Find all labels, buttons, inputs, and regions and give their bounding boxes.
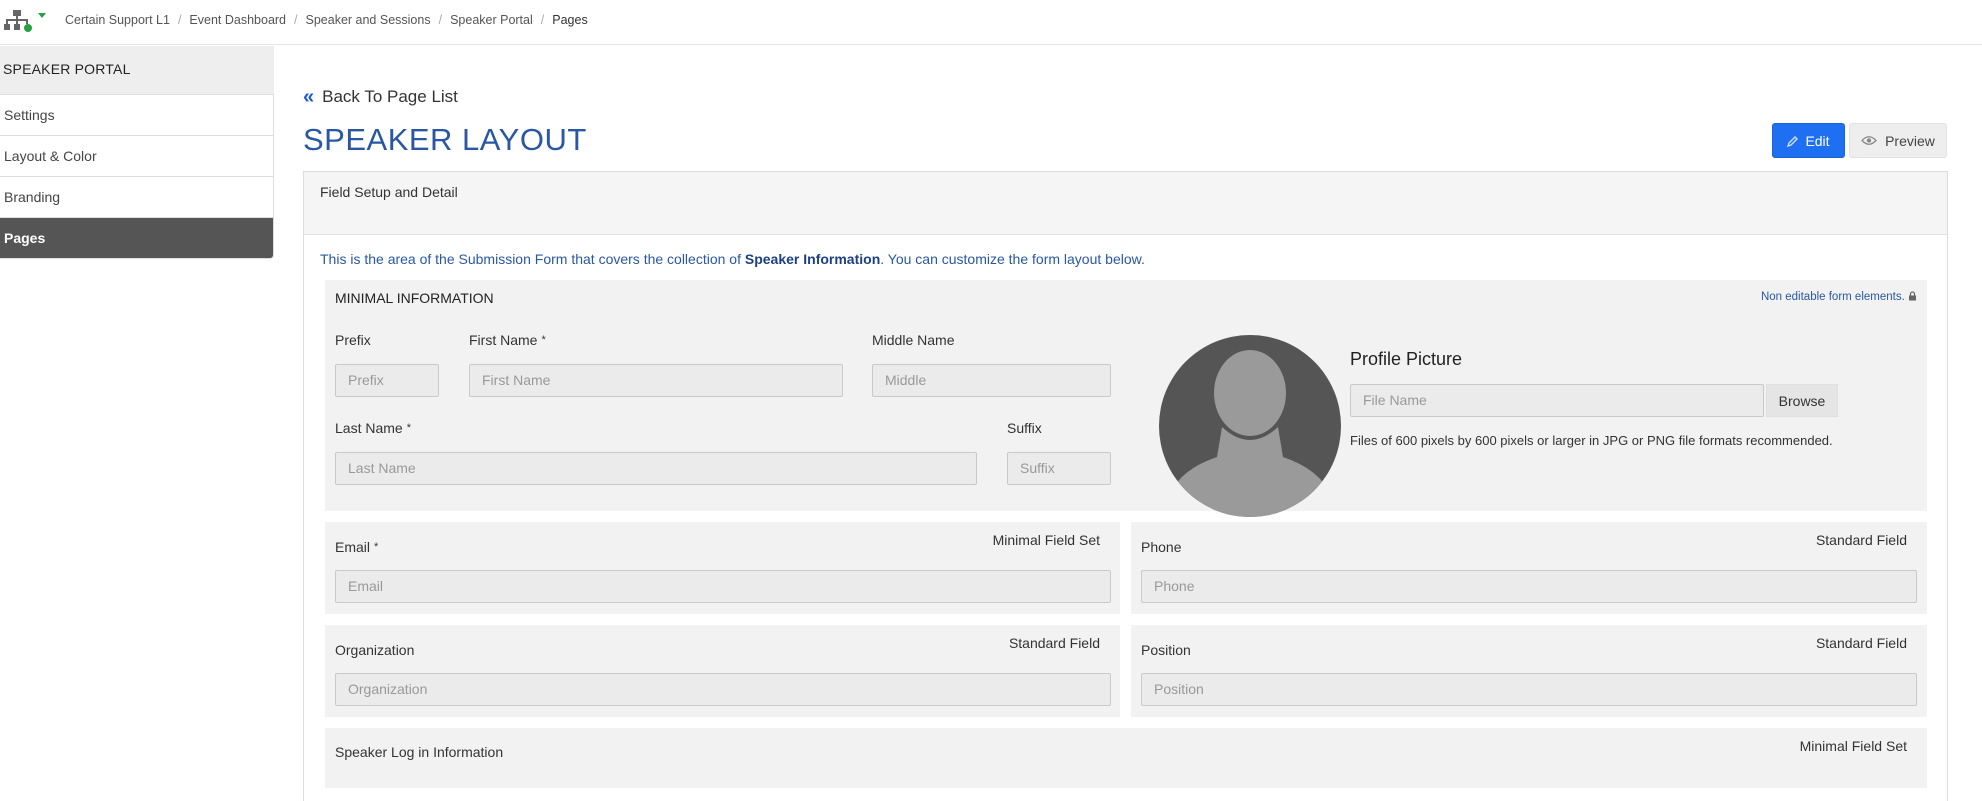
- breadcrumb-current: Pages: [552, 13, 588, 27]
- last-name-input[interactable]: Last Name: [335, 452, 977, 485]
- breadcrumb-separator: /: [540, 13, 545, 27]
- last-name-label: Last Name *: [335, 420, 411, 436]
- phone-label: Phone: [1141, 539, 1182, 555]
- phone-field-block: Phone Standard Field Phone: [1131, 522, 1927, 614]
- back-link-label: Back To Page List: [322, 87, 458, 106]
- email-label: Email *: [335, 539, 378, 555]
- sidebar: SPEAKER PORTAL Settings Layout & Color B…: [0, 46, 274, 259]
- first-name-label-text: First Name: [469, 332, 538, 348]
- section-title: MINIMAL INFORMATION: [335, 290, 494, 306]
- suffix-label: Suffix: [1007, 420, 1042, 436]
- profile-picture-hint: Files of 600 pixels by 600 pixels or lar…: [1350, 433, 1833, 448]
- lock-icon: [1909, 291, 1916, 301]
- edit-button[interactable]: Edit: [1772, 123, 1845, 158]
- panel-heading: Field Setup and Detail: [304, 172, 1947, 235]
- intro-text-pre: This is the area of the Submission Form …: [320, 251, 745, 267]
- required-mark: *: [541, 334, 546, 346]
- organization-input[interactable]: Organization: [335, 673, 1111, 706]
- email-label-text: Email: [335, 539, 371, 555]
- field-type-tag: Standard Field: [1008, 635, 1100, 651]
- browse-button[interactable]: Browse: [1766, 384, 1838, 417]
- sidebar-header: SPEAKER PORTAL: [0, 46, 274, 95]
- breadcrumb-separator: /: [177, 13, 182, 27]
- position-label: Position: [1141, 642, 1191, 658]
- top-bar: Certain Support L1 / Event Dashboard / S…: [0, 0, 1982, 45]
- preview-button-label: Preview: [1885, 132, 1935, 149]
- middle-name-label: Middle Name: [872, 332, 955, 348]
- chevron-down-icon[interactable]: [38, 13, 46, 18]
- pencil-icon: [1787, 135, 1799, 147]
- back-to-page-list-link[interactable]: « Back To Page List: [303, 87, 458, 107]
- profile-picture-title: Profile Picture: [1350, 349, 1463, 369]
- double-chevron-left-icon: «: [303, 86, 315, 108]
- page-title: SPEAKER LAYOUT: [303, 122, 587, 157]
- breadcrumb-separator: /: [438, 13, 443, 27]
- speaker-login-section: Speaker Log in Information Minimal Field…: [325, 728, 1927, 788]
- phone-input[interactable]: Phone: [1141, 570, 1917, 603]
- intro-text-bold: Speaker Information: [744, 251, 881, 267]
- intro-text: This is the area of the Submission Form …: [320, 251, 1145, 267]
- field-type-tag: Standard Field: [1815, 532, 1907, 548]
- field-type-tag: Minimal Field Set: [992, 532, 1100, 548]
- last-name-label-text: Last Name: [335, 420, 403, 436]
- organization-label: Organization: [335, 642, 415, 658]
- breadcrumb-item[interactable]: Certain Support L1: [65, 13, 170, 27]
- preview-button[interactable]: Preview: [1849, 123, 1947, 158]
- suffix-input[interactable]: Suffix: [1007, 452, 1111, 485]
- prefix-input[interactable]: Prefix: [335, 364, 439, 397]
- eye-icon: [1861, 136, 1877, 145]
- position-field-block: Position Standard Field Position: [1131, 625, 1927, 717]
- non-editable-label: Non editable form elements.: [1760, 291, 1905, 303]
- first-name-label: First Name *: [469, 332, 546, 348]
- breadcrumb-item[interactable]: Speaker Portal: [450, 13, 533, 27]
- email-field-block: Email * Minimal Field Set Email: [325, 522, 1120, 614]
- person-silhouette-icon: [1169, 350, 1331, 517]
- breadcrumb-item[interactable]: Speaker and Sessions: [306, 13, 431, 27]
- edit-button-label: Edit: [1805, 132, 1830, 149]
- prefix-label: Prefix: [335, 332, 371, 348]
- field-type-tag: Standard Field: [1815, 635, 1907, 651]
- position-input[interactable]: Position: [1141, 673, 1917, 706]
- non-editable-note: Non editable form elements.: [1761, 291, 1917, 303]
- breadcrumb-separator: /: [294, 13, 298, 27]
- sidebar-item-settings[interactable]: Settings: [0, 95, 274, 136]
- sidebar-item-branding[interactable]: Branding: [0, 177, 274, 218]
- field-type-tag: Minimal Field Set: [1799, 738, 1907, 754]
- sidebar-item-layout-color[interactable]: Layout & Color: [0, 136, 274, 177]
- breadcrumb: Certain Support L1 / Event Dashboard / S…: [65, 13, 588, 27]
- middle-name-input[interactable]: Middle: [872, 364, 1111, 397]
- first-name-input[interactable]: First Name: [469, 364, 843, 397]
- email-input[interactable]: Email: [335, 570, 1111, 603]
- organization-field-block: Organization Standard Field Organization: [325, 625, 1120, 717]
- required-mark: *: [374, 541, 379, 553]
- required-mark: *: [406, 422, 411, 434]
- intro-text-post: . You can customize the form layout belo…: [880, 251, 1145, 267]
- sidebar-item-pages[interactable]: Pages: [0, 218, 274, 259]
- avatar: [1159, 335, 1341, 517]
- file-name-input[interactable]: File Name: [1350, 384, 1764, 417]
- sitemap-icon[interactable]: [4, 10, 32, 32]
- section-title: Speaker Log in Information: [335, 744, 504, 760]
- breadcrumb-item[interactable]: Event Dashboard: [189, 13, 286, 27]
- minimal-information-section: MINIMAL INFORMATION Non editable form el…: [325, 280, 1927, 517]
